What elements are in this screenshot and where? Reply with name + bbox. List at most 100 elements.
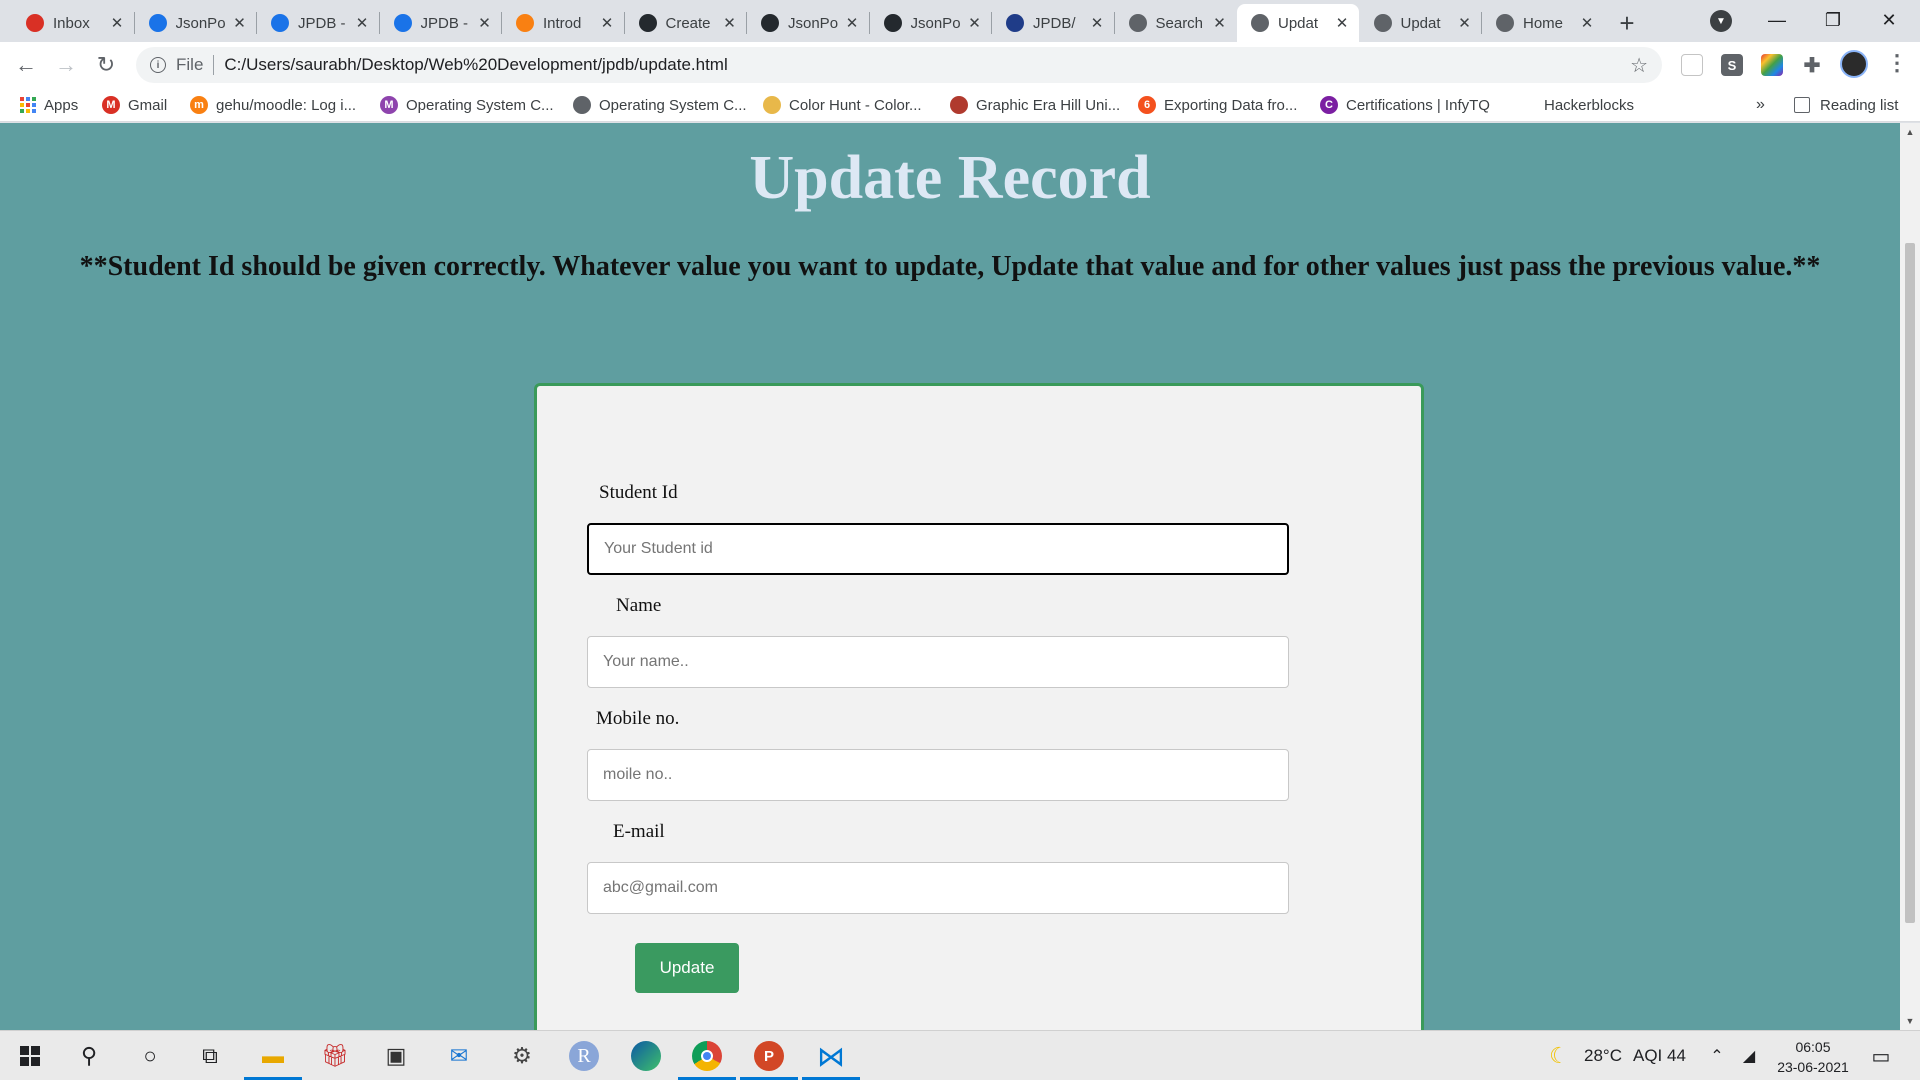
tab-close-icon[interactable]: ✕ (1211, 14, 1229, 32)
page-scrollbar[interactable]: ▲ ▼ (1900, 123, 1920, 1030)
tab-close-icon[interactable]: ✕ (1578, 14, 1596, 32)
scrollbar-thumb[interactable] (1905, 243, 1915, 923)
mobile-input[interactable] (587, 749, 1289, 801)
scroll-up-arrow-icon[interactable]: ▲ (1904, 127, 1916, 137)
tab-close-icon[interactable]: ✕ (476, 14, 494, 32)
tab-close-icon[interactable]: ✕ (1088, 14, 1106, 32)
weather-temperature[interactable]: 28°C (1584, 1046, 1622, 1066)
student-id-input[interactable] (587, 523, 1289, 575)
tab-close-icon[interactable]: ✕ (353, 14, 371, 32)
tab-title: JsonPo (788, 14, 839, 32)
name-input[interactable] (587, 636, 1289, 688)
bookmark-label: Color Hunt - Color... (789, 96, 922, 114)
weather-aqi[interactable]: AQI 44 (1633, 1046, 1686, 1066)
tab-close-icon[interactable]: ✕ (843, 14, 861, 32)
color-palette-extension-icon[interactable] (1761, 54, 1783, 76)
browser-tab[interactable]: JsonPo ✕ (135, 4, 257, 42)
weather-moon-icon[interactable]: ☾ (1542, 1039, 1576, 1073)
forward-arrow-icon[interactable]: → (52, 51, 80, 79)
r-app-icon[interactable]: R (567, 1039, 601, 1073)
bookmarks-overflow-chevron-icon[interactable]: » (1756, 94, 1765, 116)
apps-grid-icon (20, 97, 36, 113)
tab-title: Updat (1278, 14, 1319, 32)
taskbar-clock[interactable]: 06:05 23-06-2021 (1768, 1037, 1858, 1077)
reading-list-label: Reading list (1820, 96, 1899, 114)
windows-start-icon[interactable] (13, 1039, 47, 1073)
bookmark-item[interactable]: M Operating System C... (380, 94, 554, 116)
extension-s-icon[interactable]: S (1721, 54, 1743, 76)
new-tab-button[interactable]: + (1612, 8, 1642, 38)
bookmark-item[interactable]: M Gmail (102, 94, 167, 116)
close-window-icon[interactable]: ✕ (1866, 4, 1912, 36)
edge-browser-icon[interactable] (629, 1039, 663, 1073)
tab-close-icon[interactable]: ✕ (231, 14, 249, 32)
browser-tab[interactable]: JsonPo ✕ (870, 4, 992, 42)
bookmark-item[interactable]: C Certifications | InfyTQ (1320, 94, 1490, 116)
profile-avatar[interactable] (1840, 50, 1868, 78)
tab-close-icon[interactable]: ✕ (966, 14, 984, 32)
back-arrow-icon[interactable]: ← (12, 51, 40, 79)
powerpoint-icon[interactable]: P (752, 1039, 786, 1073)
bookmark-item[interactable]: 6 Exporting Data fro... (1138, 94, 1297, 116)
chrome-browser-icon[interactable] (690, 1039, 724, 1073)
settings-gear-icon[interactable]: ⚙ (505, 1039, 539, 1073)
browser-tab[interactable]: Search ✕ (1115, 4, 1237, 42)
name-label: Name (616, 595, 662, 616)
tab-close-icon[interactable]: ✕ (108, 14, 126, 32)
mail-icon[interactable]: ✉ (442, 1039, 476, 1073)
tab-title: JsonPo (910, 14, 961, 32)
notifications-icon[interactable]: ▭ (1864, 1039, 1898, 1073)
bookmark-star-icon[interactable]: ☆ (1630, 53, 1648, 78)
browser-tab[interactable]: Create ✕ (625, 4, 747, 42)
browser-tab[interactable]: JsonPo ✕ (747, 4, 869, 42)
menu-kebab-icon[interactable]: ⋮ (1886, 50, 1908, 76)
bookmark-label: Exporting Data fro... (1164, 96, 1298, 114)
restore-icon[interactable]: ❐ (1810, 4, 1856, 36)
browser-tab[interactable]: Introd ✕ (502, 4, 624, 42)
network-icon[interactable]: ◢ (1732, 1039, 1766, 1073)
reload-icon[interactable]: ↻ (92, 51, 120, 79)
cortana-circle-icon[interactable]: ○ (133, 1039, 167, 1073)
gift-app-icon[interactable]: 🎁︎ (318, 1039, 352, 1073)
browser-tab[interactable]: Home ✕ (1482, 4, 1604, 42)
tab-strip: Inbox ✕ JsonPo ✕ JPDB - ✕ JPDB - ✕ Introd ✕ Create… (0, 0, 1920, 42)
extensions-puzzle-icon[interactable]: ✚ (1801, 54, 1823, 77)
address-url[interactable]: C:/Users/saurabh/Desktop/Web%20Developme… (224, 55, 727, 75)
tab-close-icon[interactable]: ✕ (1456, 14, 1474, 32)
bookmark-item[interactable]: Hackerblocks (1544, 94, 1634, 116)
tab-title: JPDB/ (1033, 14, 1076, 32)
browser-tab[interactable]: Updat ✕ (1237, 4, 1359, 42)
browser-tab[interactable]: Updat ✕ (1360, 4, 1482, 42)
email-input[interactable] (587, 862, 1289, 914)
bookmark-item[interactable]: Color Hunt - Color... (763, 94, 922, 116)
store-bag-icon[interactable]: ▣ (379, 1039, 413, 1073)
browser-tab[interactable]: JPDB/ ✕ (992, 4, 1114, 42)
bookmark-item[interactable]: Operating System C... (573, 94, 747, 116)
scroll-down-arrow-icon[interactable]: ▼ (1904, 1016, 1916, 1026)
bookmark-item[interactable]: Apps (20, 94, 78, 116)
tray-chevron-up-icon[interactable]: ⌃ (1700, 1039, 1734, 1073)
address-bar[interactable]: i File C:/Users/saurabh/Desktop/Web%20De… (136, 47, 1662, 83)
minimize-icon[interactable]: — (1754, 4, 1800, 36)
task-view-icon[interactable]: ⧉ (193, 1039, 227, 1073)
tab-close-icon[interactable]: ✕ (598, 14, 616, 32)
file-explorer-icon[interactable]: ▬ (256, 1039, 290, 1073)
extension-box-icon[interactable] (1681, 54, 1703, 76)
browser-tab[interactable]: JPDB - ✕ (257, 4, 379, 42)
tab-close-icon[interactable]: ✕ (1333, 14, 1351, 32)
reading-list-button[interactable]: Reading list (1794, 94, 1898, 116)
gmail-icon: M (102, 96, 120, 114)
bookmark-item[interactable]: Graphic Era Hill Uni... (950, 94, 1120, 116)
vscode-icon[interactable]: ⋈ (814, 1039, 848, 1073)
site-info-icon[interactable]: i (150, 57, 166, 73)
tab-close-icon[interactable]: ✕ (721, 14, 739, 32)
update-button[interactable]: Update (635, 943, 739, 993)
search-icon[interactable]: ⚲ (72, 1039, 106, 1073)
moodle-icon: m (190, 96, 208, 114)
bookmarks-bar: Apps M Gmail m gehu/moodle: Log i... M Operati… (0, 88, 1920, 122)
browser-tab[interactable]: Inbox ✕ (12, 4, 134, 42)
browser-tab[interactable]: JPDB - ✕ (380, 4, 502, 42)
tab-search-icon[interactable]: ▼ (1710, 10, 1732, 32)
bookmark-item[interactable]: m gehu/moodle: Log i... (190, 94, 356, 116)
tab-title: JPDB - (298, 14, 346, 32)
